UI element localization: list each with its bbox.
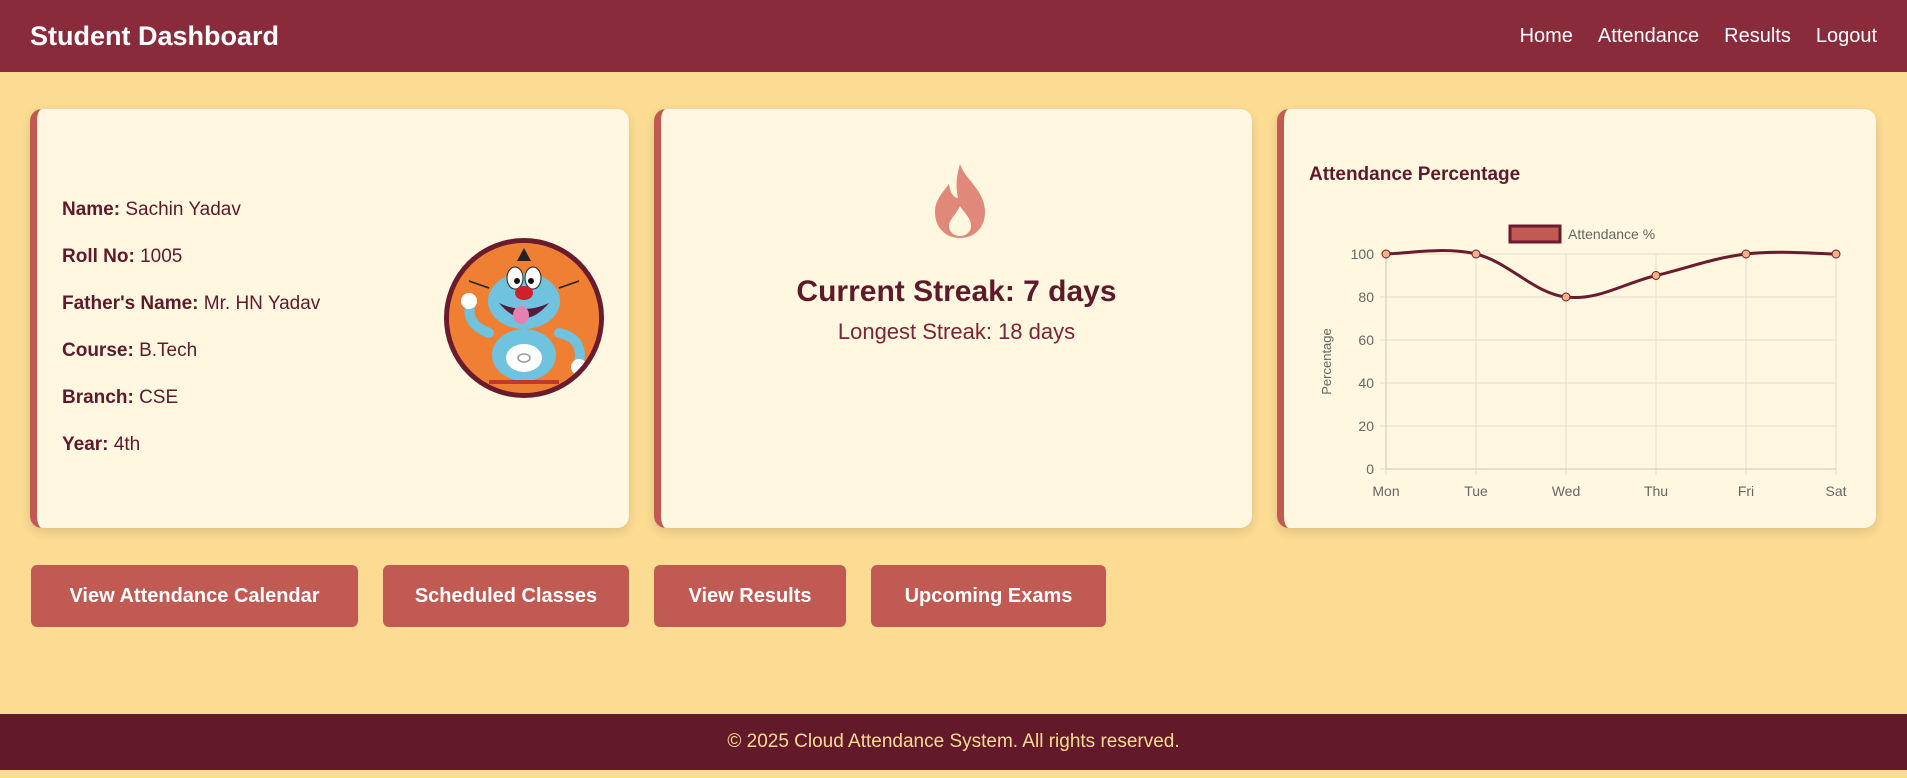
footer-text: © 2025 Cloud Attendance System. All righ…: [727, 731, 1180, 752]
info-row-course: Course: B.Tech: [62, 330, 320, 377]
info-row-roll: Roll No: 1005: [62, 236, 320, 283]
info-row-branch: Branch: CSE: [62, 377, 320, 424]
chart-legend-label: Attendance %: [1568, 226, 1655, 242]
chart-y-tick-label: 100: [1351, 246, 1375, 262]
info-row-year: Year: 4th: [62, 424, 320, 471]
footer: © 2025 Cloud Attendance System. All righ…: [0, 714, 1907, 770]
chart-x-tick-label: Sat: [1825, 483, 1846, 499]
info-label: Father's Name:: [62, 293, 199, 314]
avatar: [444, 238, 604, 398]
info-value: 4th: [113, 434, 141, 455]
nav-link-attendance[interactable]: Attendance: [1598, 25, 1699, 48]
navbar: Student Dashboard Home Attendance Result…: [0, 0, 1907, 72]
chart-y-tick-label: 0: [1366, 461, 1374, 477]
brand-title: Student Dashboard: [30, 20, 280, 51]
chart-y-tick-label: 40: [1358, 375, 1374, 391]
info-value: 1005: [140, 246, 183, 267]
nav-link-results[interactable]: Results: [1724, 25, 1791, 48]
chart-y-tick-label: 60: [1358, 332, 1374, 348]
nav-links: Home Attendance Results Logout: [1520, 25, 1877, 48]
nav-link-logout[interactable]: Logout: [1816, 25, 1877, 48]
info-label: Course:: [62, 340, 134, 361]
info-row-name: Name: Sachin Yadav: [62, 189, 320, 236]
current-streak: Current Streak: 7 days: [796, 275, 1117, 308]
longest-streak: Longest Streak: 18 days: [837, 319, 1076, 344]
view-results-button[interactable]: View Results: [654, 565, 846, 627]
chart-x-tick-label: Fri: [1738, 483, 1754, 499]
info-label: Name:: [62, 199, 121, 220]
chart-x-tick-label: Tue: [1464, 483, 1488, 499]
chart-data-point: [1831, 249, 1841, 259]
info-value: Mr. HN Yadav: [203, 293, 321, 314]
chart-card: Attendance Percentage 0 20 40 60 80 100 Mon Tue…: [1277, 109, 1876, 528]
fire-icon: [929, 162, 991, 240]
chart-series-line: [1385, 249, 1837, 300]
info-row-father: Father's Name: Mr. HN Yadav: [62, 283, 320, 330]
info-label: Roll No:: [62, 246, 135, 267]
chart-y-axis-label: Percentage: [1319, 328, 1334, 395]
scheduled-classes-button[interactable]: Scheduled Classes: [383, 565, 629, 627]
chart-data-point: [1561, 292, 1571, 302]
chart-x-tick-label: Mon: [1372, 483, 1399, 499]
info-label: Year:: [62, 434, 109, 455]
info-value: Sachin Yadav: [125, 199, 241, 220]
chart-y-tick-label: 80: [1358, 289, 1374, 305]
chart-y-tick-label: 20: [1358, 418, 1374, 434]
info-value: B.Tech: [139, 340, 198, 361]
chart-legend-swatch: [1508, 224, 1562, 244]
chart-data-point: [1381, 249, 1391, 259]
profile-info-list: Name: Sachin Yadav Roll No: 1005 Father'…: [62, 189, 320, 471]
info-value: CSE: [139, 387, 179, 408]
attendance-chart: 0 20 40 60 80 100 Mon Tue Wed Thu Fri Sat Percentage…: [1319, 224, 1847, 499]
upcoming-exams-button[interactable]: Upcoming Exams: [871, 565, 1106, 627]
streak-card: Current Streak: 7 days Longest Streak: 1…: [654, 109, 1252, 528]
profile-card: Name: Sachin Yadav Roll No: 1005 Father'…: [30, 109, 629, 528]
chart-x-tick-label: Wed: [1552, 483, 1581, 499]
chart-x-tick-label: Thu: [1644, 483, 1668, 499]
chart-data-point: [1471, 249, 1481, 259]
chart-data-point: [1651, 271, 1661, 280]
info-label: Branch:: [62, 387, 134, 408]
view-attendance-calendar-button[interactable]: View Attendance Calendar: [31, 565, 358, 627]
nav-link-home[interactable]: Home: [1520, 25, 1573, 48]
chart-data-point: [1741, 249, 1751, 259]
